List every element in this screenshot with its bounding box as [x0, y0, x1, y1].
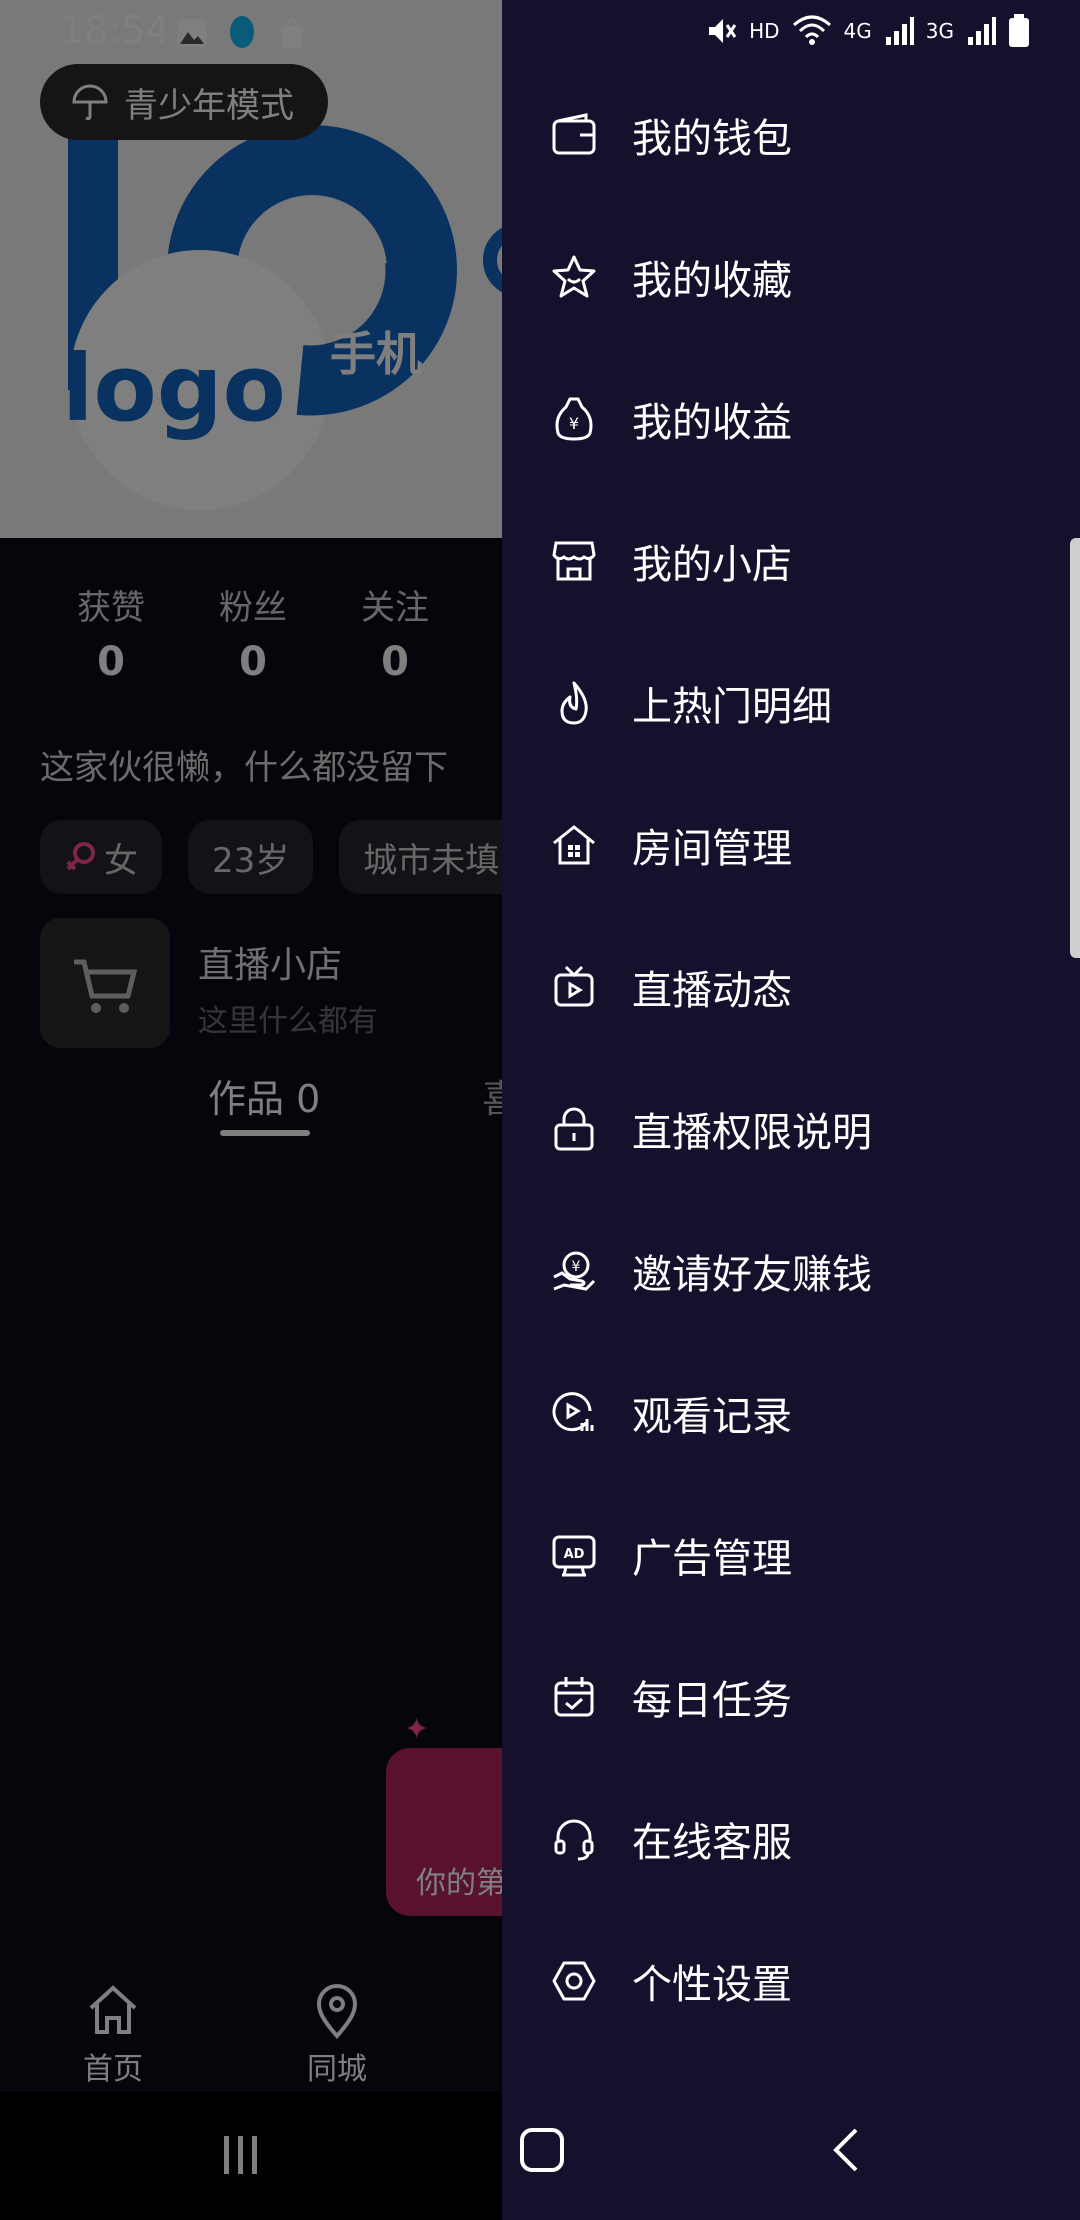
menu-item-personal-settings[interactable]: 个性设置: [502, 1910, 1080, 2052]
calendar-check-icon: [554, 1677, 594, 1717]
menu-label: 我的钱包: [632, 116, 792, 162]
home-button-icon[interactable]: [518, 2126, 566, 2174]
mute-icon: [709, 19, 737, 43]
menu-item-daily-tasks[interactable]: 每日任务: [502, 1626, 1080, 1768]
menu-label: 上热门明细: [632, 684, 832, 730]
system-nav-bar-drawer: [502, 2092, 1080, 2220]
wallet-icon: [552, 113, 596, 155]
menu-item-my-store[interactable]: 我的小店: [502, 490, 1080, 632]
tv-icon: [554, 965, 594, 1007]
headset-icon: [554, 1819, 594, 1861]
settings-hexagon-icon: [552, 1961, 596, 2001]
scrollbar[interactable]: [1070, 538, 1080, 958]
hd-label: HD: [749, 19, 780, 43]
menu-label: 邀请好友赚钱: [632, 1252, 872, 1298]
menu-item-watch-history[interactable]: 观看记录: [502, 1342, 1080, 1484]
menu-item-trending-details[interactable]: 上热门明细: [502, 632, 1080, 774]
menu-label: 在线客服: [632, 1820, 792, 1866]
watch-history-icon: [552, 1392, 594, 1432]
svg-text:¥: ¥: [572, 1259, 581, 1275]
menu-label: 我的小店: [632, 542, 792, 588]
money-bag-icon: ¥: [555, 397, 593, 441]
menu-item-ad-management[interactable]: AD 广告管理: [502, 1484, 1080, 1626]
star-icon: [552, 255, 596, 298]
svg-text:AD: AD: [564, 1547, 585, 1562]
invite-money-icon: ¥: [553, 1251, 596, 1291]
menu-item-invite-friends[interactable]: ¥ 邀请好友赚钱: [502, 1200, 1080, 1342]
menu-label: 广告管理: [632, 1536, 792, 1582]
status-bar-right: HD 4G 3G: [705, 14, 1030, 48]
svg-text:¥: ¥: [569, 414, 579, 433]
menu-item-earnings[interactable]: ¥ 我的收益: [502, 348, 1080, 490]
signal-icon: [968, 17, 996, 45]
menu-item-customer-service[interactable]: 在线客服: [502, 1768, 1080, 1910]
menu-label: 观看记录: [632, 1394, 792, 1440]
menu-label: 直播动态: [632, 968, 792, 1014]
store-icon: [552, 541, 596, 581]
menu-item-room-management[interactable]: 房间管理: [502, 774, 1080, 916]
menu-label: 直播权限说明: [632, 1110, 872, 1156]
wifi-icon: [792, 15, 831, 45]
menu-label: 我的收藏: [632, 258, 792, 304]
menu-label: 我的收益: [632, 400, 792, 446]
menu-label: 个性设置: [632, 1962, 792, 2008]
menu-label: 每日任务: [632, 1678, 792, 1724]
menu-item-favorites[interactable]: 我的收藏: [502, 206, 1080, 348]
menu-item-live-permissions[interactable]: 直播权限说明: [502, 1058, 1080, 1200]
back-button-icon[interactable]: [824, 2126, 872, 2174]
ad-icon: AD: [552, 1535, 596, 1577]
drawer-menu: 我的钱包 我的收藏 ¥ 我的收益 我的小店 上热门明细 房间管理 直播动态 直播…: [502, 64, 1080, 2052]
flame-icon: [560, 681, 588, 725]
network-4g-label: 4G: [843, 19, 872, 43]
side-drawer: HD 4G 3G 我的钱包 我的收藏 ¥ 我的收益 我的小店 上热门明细 房间管…: [502, 0, 1080, 2220]
house-icon: [553, 825, 595, 865]
signal-icon: [885, 17, 914, 45]
menu-item-live-feed[interactable]: 直播动态: [502, 916, 1080, 1058]
menu-label: 房间管理: [632, 826, 792, 872]
menu-item-wallet[interactable]: 我的钱包: [502, 64, 1080, 206]
battery-icon: [1009, 14, 1029, 47]
network-3g-label: 3G: [925, 19, 954, 43]
lock-icon: [554, 1107, 594, 1151]
